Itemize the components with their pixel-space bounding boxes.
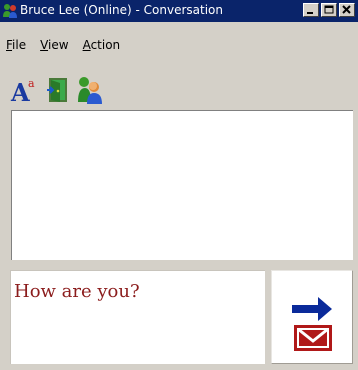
menu-view[interactable]: View xyxy=(33,38,75,56)
svg-text:A: A xyxy=(10,78,30,105)
close-button[interactable] xyxy=(339,3,355,17)
toolbar: A a xyxy=(10,75,109,107)
message-input[interactable]: How are you? xyxy=(10,270,265,364)
minimize-button[interactable] xyxy=(303,3,319,17)
caption-buttons xyxy=(301,3,355,17)
add-contact-icon[interactable] xyxy=(76,75,106,105)
menu-file[interactable]: File xyxy=(0,38,33,56)
exit-door-icon[interactable] xyxy=(43,75,73,105)
menu-bar: File View Action xyxy=(0,38,127,56)
messenger-app-icon[interactable] xyxy=(2,3,18,19)
font-icon[interactable]: A a xyxy=(10,75,40,107)
maximize-button[interactable] xyxy=(321,3,337,17)
svg-text:a: a xyxy=(28,77,35,90)
send-button[interactable] xyxy=(271,270,353,364)
message-input-text: How are you? xyxy=(14,281,140,302)
window-title: Bruce Lee (Online) - Conversation xyxy=(20,3,223,17)
send-icon xyxy=(292,297,332,351)
conversation-history[interactable] xyxy=(11,110,353,260)
title-bar[interactable]: Bruce Lee (Online) - Conversation xyxy=(0,0,358,22)
menu-action[interactable]: Action xyxy=(76,38,128,56)
